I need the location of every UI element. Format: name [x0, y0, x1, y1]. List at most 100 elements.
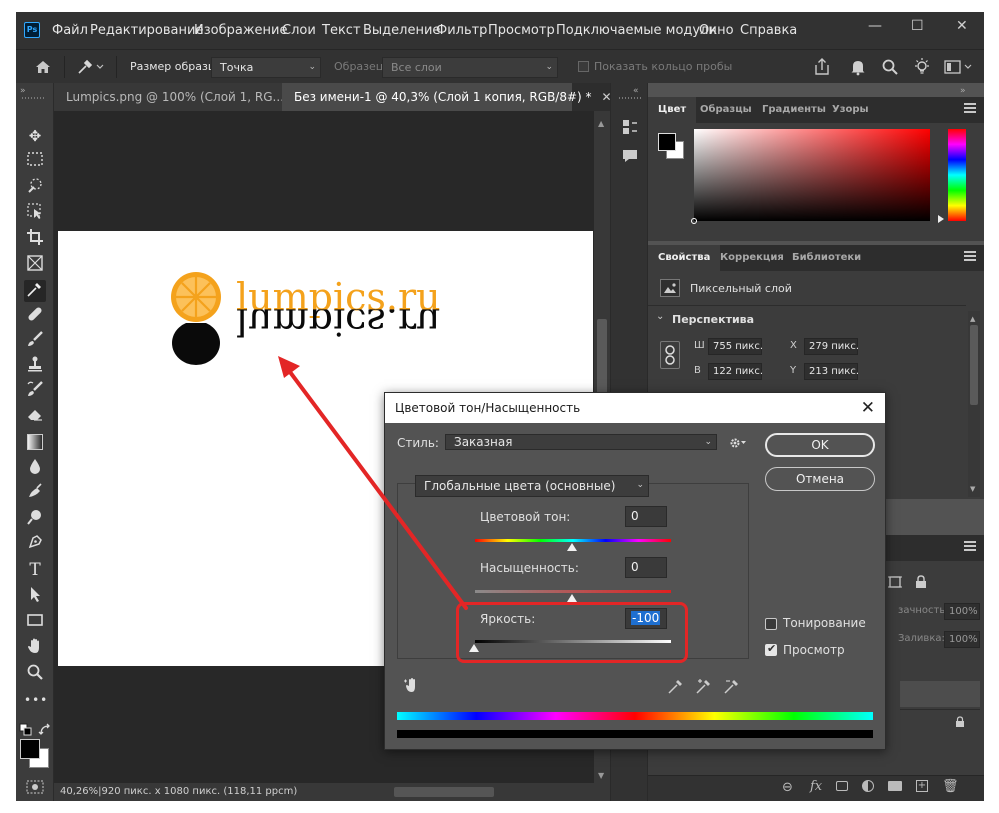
- horizontal-scrollbar[interactable]: [394, 787, 494, 797]
- add-to-sample-eyedropper-icon[interactable]: [695, 677, 713, 695]
- gradient-tool-icon[interactable]: [24, 431, 46, 453]
- frame-tool-icon[interactable]: [24, 254, 46, 276]
- history-panel-icon[interactable]: [621, 119, 639, 137]
- path-selection-tool-icon[interactable]: [24, 585, 46, 607]
- healing-brush-tool-icon[interactable]: [24, 305, 46, 327]
- new-group-folder-icon[interactable]: [888, 781, 902, 791]
- smudge-tool-icon[interactable]: [24, 482, 46, 504]
- trash-icon[interactable]: 🗑: [942, 779, 959, 794]
- color-field[interactable]: [691, 129, 930, 224]
- color-fg-swatch[interactable]: [658, 133, 676, 151]
- maximize-button[interactable]: ☐: [911, 18, 924, 34]
- default-colors-icon[interactable]: [19, 723, 33, 737]
- lock-all-icon[interactable]: [914, 575, 928, 589]
- discover-lightbulb-icon[interactable]: [913, 57, 931, 77]
- hue-slider-thumb[interactable]: [567, 543, 577, 551]
- menu-select[interactable]: Выделение: [363, 23, 440, 38]
- tab-lumpics[interactable]: Lumpics.png @ 100% (Слой 1, RG...✕: [54, 83, 304, 111]
- fill-field[interactable]: 100%: [944, 631, 980, 648]
- menu-image[interactable]: Изображение: [194, 23, 287, 38]
- hue-slider[interactable]: [948, 129, 966, 221]
- properties-scrollbar[interactable]: ▲ ▼: [968, 311, 980, 497]
- tab-color[interactable]: Цвет: [648, 97, 697, 123]
- menu-help[interactable]: Справка: [740, 23, 797, 38]
- menu-file[interactable]: Файл: [52, 23, 88, 38]
- ok-button[interactable]: OK: [765, 433, 875, 457]
- tab-swatches[interactable]: Образцы: [690, 97, 762, 123]
- foreground-color-swatch[interactable]: [20, 739, 40, 759]
- move-tool-icon[interactable]: ✥: [24, 125, 46, 147]
- search-icon[interactable]: [881, 58, 899, 76]
- menu-window[interactable]: Окно: [699, 23, 734, 38]
- object-selection-tool-icon[interactable]: [24, 202, 46, 224]
- subtract-from-sample-eyedropper-icon[interactable]: [723, 677, 741, 695]
- opacity-field[interactable]: 100%: [944, 603, 980, 620]
- y-field[interactable]: 213 пикс.: [804, 363, 859, 380]
- panel-menu-icon[interactable]: [964, 541, 976, 553]
- home-icon[interactable]: [34, 58, 52, 76]
- crop-tool-icon[interactable]: [24, 228, 46, 250]
- dialog-close-icon[interactable]: ✕: [861, 393, 875, 423]
- new-layer-icon[interactable]: +: [916, 780, 928, 792]
- hue-slider-track[interactable]: [475, 539, 671, 542]
- rectangle-tool-icon[interactable]: [24, 611, 46, 633]
- collapse-arrows-icon[interactable]: «: [633, 86, 639, 96]
- layer-row-background[interactable]: [900, 709, 980, 735]
- eyedropper-preset-icon[interactable]: [76, 58, 106, 76]
- more-tools-icon[interactable]: •••: [24, 689, 47, 711]
- workspace-layout-icon[interactable]: [944, 59, 974, 75]
- tab-untitled[interactable]: Без имени-1 @ 40,3% (Слой 1 копия, RGB/8…: [282, 83, 612, 111]
- adjustment-layer-icon[interactable]: [862, 780, 874, 792]
- collapse-arrows-icon[interactable]: »: [960, 86, 966, 96]
- menu-plugins[interactable]: Подключаемые модули: [556, 23, 717, 38]
- zoom-tool-icon[interactable]: [24, 663, 46, 685]
- hue-input[interactable]: 0: [625, 506, 667, 527]
- saturation-slider-thumb[interactable]: [567, 594, 577, 602]
- blur-tool-icon[interactable]: [24, 457, 46, 479]
- x-field[interactable]: 279 пикс.: [804, 338, 859, 355]
- preview-checkbox[interactable]: [765, 642, 777, 656]
- menu-view[interactable]: Просмотр: [488, 23, 555, 38]
- preset-options-gear-icon[interactable]: [729, 436, 747, 450]
- link-dimensions-icon[interactable]: [660, 341, 680, 369]
- show-ring-checkbox[interactable]: [578, 61, 589, 72]
- brush-tool-icon[interactable]: [24, 330, 46, 352]
- clone-stamp-tool-icon[interactable]: [24, 355, 46, 377]
- eyedropper-tool-icon[interactable]: [24, 280, 46, 302]
- quick-selection-tool-icon[interactable]: [24, 176, 46, 198]
- transform-lock-icon[interactable]: [888, 575, 902, 589]
- panel-menu-icon[interactable]: [964, 103, 976, 115]
- cancel-button[interactable]: Отмена: [765, 467, 875, 491]
- saturation-input[interactable]: 0: [625, 557, 667, 578]
- panel-menu-icon[interactable]: [964, 251, 976, 263]
- width-field[interactable]: 755 пикс.: [708, 338, 763, 355]
- height-field[interactable]: 122 пикс.: [708, 363, 763, 380]
- minimize-button[interactable]: —: [868, 18, 882, 34]
- eyedropper-icon[interactable]: [667, 677, 685, 695]
- colorize-checkbox[interactable]: [765, 618, 777, 630]
- type-tool-icon[interactable]: T: [24, 559, 46, 581]
- hand-tool-icon[interactable]: [24, 637, 46, 659]
- notifications-bell-icon[interactable]: [849, 58, 867, 76]
- history-brush-tool-icon[interactable]: [24, 380, 46, 402]
- add-mask-icon[interactable]: [836, 781, 848, 791]
- close-window-button[interactable]: ✕: [956, 18, 968, 34]
- fx-icon[interactable]: fx: [810, 779, 822, 794]
- targeted-adjustment-hand-icon[interactable]: [403, 676, 421, 694]
- color-range-select[interactable]: Глобальные цвета (основные) ⌄: [415, 475, 649, 497]
- eraser-tool-icon[interactable]: [24, 405, 46, 427]
- link-layers-icon[interactable]: ⊖: [782, 780, 793, 795]
- menu-filter[interactable]: Фильтр: [436, 23, 487, 38]
- pen-tool-icon[interactable]: [24, 533, 46, 555]
- menu-layers[interactable]: Слои: [282, 23, 316, 38]
- sample-size-select[interactable]: Точка ⌄: [211, 57, 321, 78]
- tab-libraries[interactable]: Библиотеки: [782, 245, 871, 271]
- style-select[interactable]: Заказная ⌄: [445, 434, 717, 450]
- quick-mask-icon[interactable]: [26, 780, 44, 794]
- comments-panel-icon[interactable]: [621, 147, 639, 165]
- menu-edit[interactable]: Редактирование: [90, 23, 203, 38]
- menu-type[interactable]: Текст: [322, 23, 361, 38]
- saturation-slider-track[interactable]: [475, 590, 671, 593]
- share-icon[interactable]: [813, 57, 831, 77]
- marquee-tool-icon[interactable]: [24, 150, 46, 172]
